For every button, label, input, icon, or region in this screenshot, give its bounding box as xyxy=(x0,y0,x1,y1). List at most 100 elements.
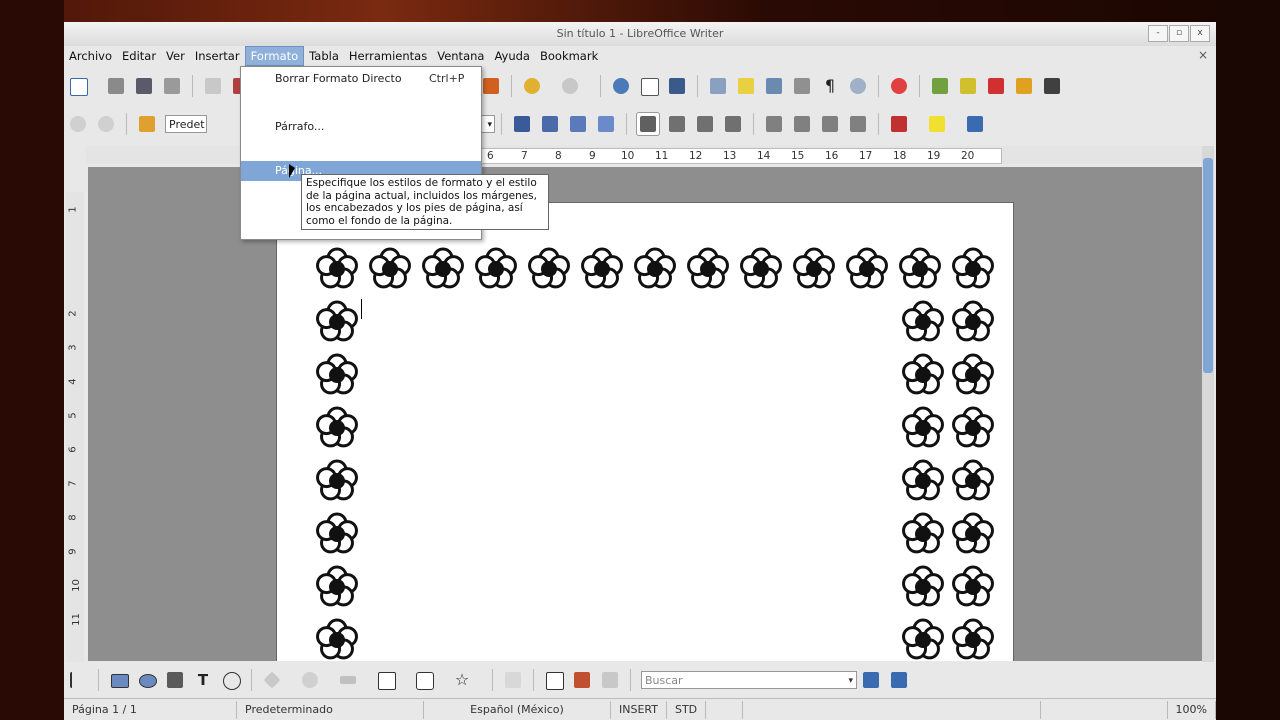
freeform-button[interactable] xyxy=(164,669,186,691)
back-button[interactable] xyxy=(67,113,89,135)
shadow-button[interactable] xyxy=(595,113,617,135)
highlight-button[interactable] xyxy=(926,113,948,135)
navigator-button[interactable] xyxy=(735,75,757,97)
callout-button[interactable] xyxy=(220,669,242,691)
from-file-button[interactable] xyxy=(571,669,593,691)
macro-button-2[interactable] xyxy=(957,75,979,97)
forward-button[interactable] xyxy=(95,113,117,135)
menu-formato[interactable]: Formato xyxy=(244,46,305,66)
macro-button-1[interactable] xyxy=(929,75,951,97)
maximize-button[interactable]: ▫ xyxy=(1169,25,1189,42)
status-page[interactable]: Página 1 / 1 xyxy=(64,701,237,719)
status-mode[interactable]: INSERT xyxy=(611,701,667,719)
zoom-button[interactable] xyxy=(847,75,869,97)
symbol-shapes-button[interactable] xyxy=(299,669,321,691)
edit-file-button[interactable] xyxy=(202,75,224,97)
vertical-ruler[interactable]: 1 2 3 4 5 6 7 8 9 10 11 xyxy=(66,192,84,662)
macro-button-4[interactable] xyxy=(1013,75,1035,97)
highlight-dropdown-button[interactable] xyxy=(952,113,960,135)
block-arrows-button[interactable] xyxy=(337,669,359,691)
menu-ayuda[interactable]: Ayuda xyxy=(489,47,535,65)
undo-dropdown-button[interactable] xyxy=(547,75,555,97)
points-button[interactable] xyxy=(502,669,524,691)
table-button[interactable] xyxy=(638,75,660,97)
status-selection[interactable]: STD xyxy=(667,701,707,719)
justify-button[interactable] xyxy=(722,113,744,135)
bullets-button[interactable] xyxy=(791,113,813,135)
open-button[interactable] xyxy=(105,75,127,97)
font-color-button[interactable] xyxy=(888,113,910,135)
increase-indent-button[interactable] xyxy=(847,113,869,135)
redo-button[interactable] xyxy=(559,75,581,97)
vertical-scrollbar[interactable] xyxy=(1202,146,1214,662)
menu-ventana[interactable]: Ventana xyxy=(432,47,489,65)
stars-dropdown[interactable] xyxy=(477,669,485,691)
paragraph-style-select[interactable]: Predet xyxy=(165,115,207,133)
fontwork-button[interactable] xyxy=(543,669,565,691)
flowchart-dropdown[interactable] xyxy=(401,669,409,691)
menu-bookmark[interactable]: Bookmark xyxy=(535,47,603,65)
scrollbar-thumb[interactable] xyxy=(1203,158,1213,373)
menu-herramientas[interactable]: Herramientas xyxy=(344,47,432,65)
rectangle-button[interactable] xyxy=(108,669,130,691)
basic-shapes-dropdown[interactable] xyxy=(287,669,295,691)
callouts-button[interactable] xyxy=(413,669,435,691)
zoom-slider[interactable] xyxy=(1041,701,1168,719)
data-sources-button[interactable] xyxy=(791,75,813,97)
status-language[interactable]: Español (México) xyxy=(424,701,611,719)
undo-button[interactable] xyxy=(521,75,543,97)
hyperlink-button[interactable] xyxy=(610,75,632,97)
bold-button[interactable] xyxy=(511,113,533,135)
background-color-button[interactable] xyxy=(964,113,986,135)
menu-insertar[interactable]: Insertar xyxy=(190,47,245,65)
email-button[interactable] xyxy=(161,75,183,97)
menu-archivo[interactable]: Archivo xyxy=(64,47,117,65)
select-button[interactable] xyxy=(67,669,89,691)
underline-button[interactable] xyxy=(567,113,589,135)
status-zoom[interactable]: 100% xyxy=(1168,701,1216,719)
flowchart-button[interactable] xyxy=(375,669,397,691)
basic-shapes-button[interactable] xyxy=(261,669,283,691)
show-draw-functions-button[interactable] xyxy=(666,75,688,97)
menu-ver[interactable]: Ver xyxy=(161,47,190,65)
italic-button[interactable] xyxy=(539,113,561,135)
menu-item-paragraph[interactable]: Párrafo... xyxy=(241,117,481,137)
symbol-shapes-dropdown[interactable] xyxy=(325,669,333,691)
document-area[interactable] xyxy=(88,167,1204,661)
stars-button[interactable]: ☆ xyxy=(451,669,473,691)
styles-formatting-button[interactable] xyxy=(136,113,158,135)
document-modified-icon[interactable] xyxy=(706,701,744,719)
help-button[interactable] xyxy=(888,75,910,97)
find-previous-button[interactable] xyxy=(888,669,910,691)
new-dropdown-button[interactable] xyxy=(93,75,101,97)
search-input[interactable]: Buscar ▾ xyxy=(641,671,857,689)
menu-tabla[interactable]: Tabla xyxy=(304,47,344,65)
background-color-dropdown-button[interactable] xyxy=(990,113,998,135)
clone-format-button[interactable] xyxy=(480,75,502,97)
macro-button-5[interactable] xyxy=(1041,75,1063,97)
formatting-marks-button[interactable]: ¶ xyxy=(819,75,841,97)
text-button[interactable]: T xyxy=(192,669,214,691)
extrusion-button[interactable] xyxy=(599,669,621,691)
new-document-button[interactable] xyxy=(67,75,89,97)
gallery-button[interactable] xyxy=(763,75,785,97)
macro-button-3[interactable] xyxy=(985,75,1007,97)
redo-dropdown-button[interactable] xyxy=(585,75,593,97)
status-style[interactable]: Predeterminado xyxy=(237,701,424,719)
block-arrows-dropdown[interactable] xyxy=(363,669,371,691)
decrease-indent-button[interactable] xyxy=(819,113,841,135)
align-left-button[interactable] xyxy=(636,112,660,136)
font-color-dropdown-button[interactable] xyxy=(914,113,922,135)
ellipse-button[interactable] xyxy=(136,669,158,691)
save-button[interactable] xyxy=(133,75,155,97)
align-center-button[interactable] xyxy=(666,113,688,135)
find-next-button[interactable] xyxy=(860,669,882,691)
close-document-icon[interactable]: × xyxy=(1198,48,1208,62)
close-window-button[interactable]: x xyxy=(1190,25,1210,42)
numbering-button[interactable] xyxy=(763,113,785,135)
callouts-dropdown[interactable] xyxy=(439,669,447,691)
document-page[interactable] xyxy=(276,202,1014,661)
menu-item-clear-formatting[interactable]: Borrar Formato Directo Ctrl+P xyxy=(241,69,481,89)
find-replace-button[interactable] xyxy=(707,75,729,97)
menu-editar[interactable]: Editar xyxy=(117,47,161,65)
